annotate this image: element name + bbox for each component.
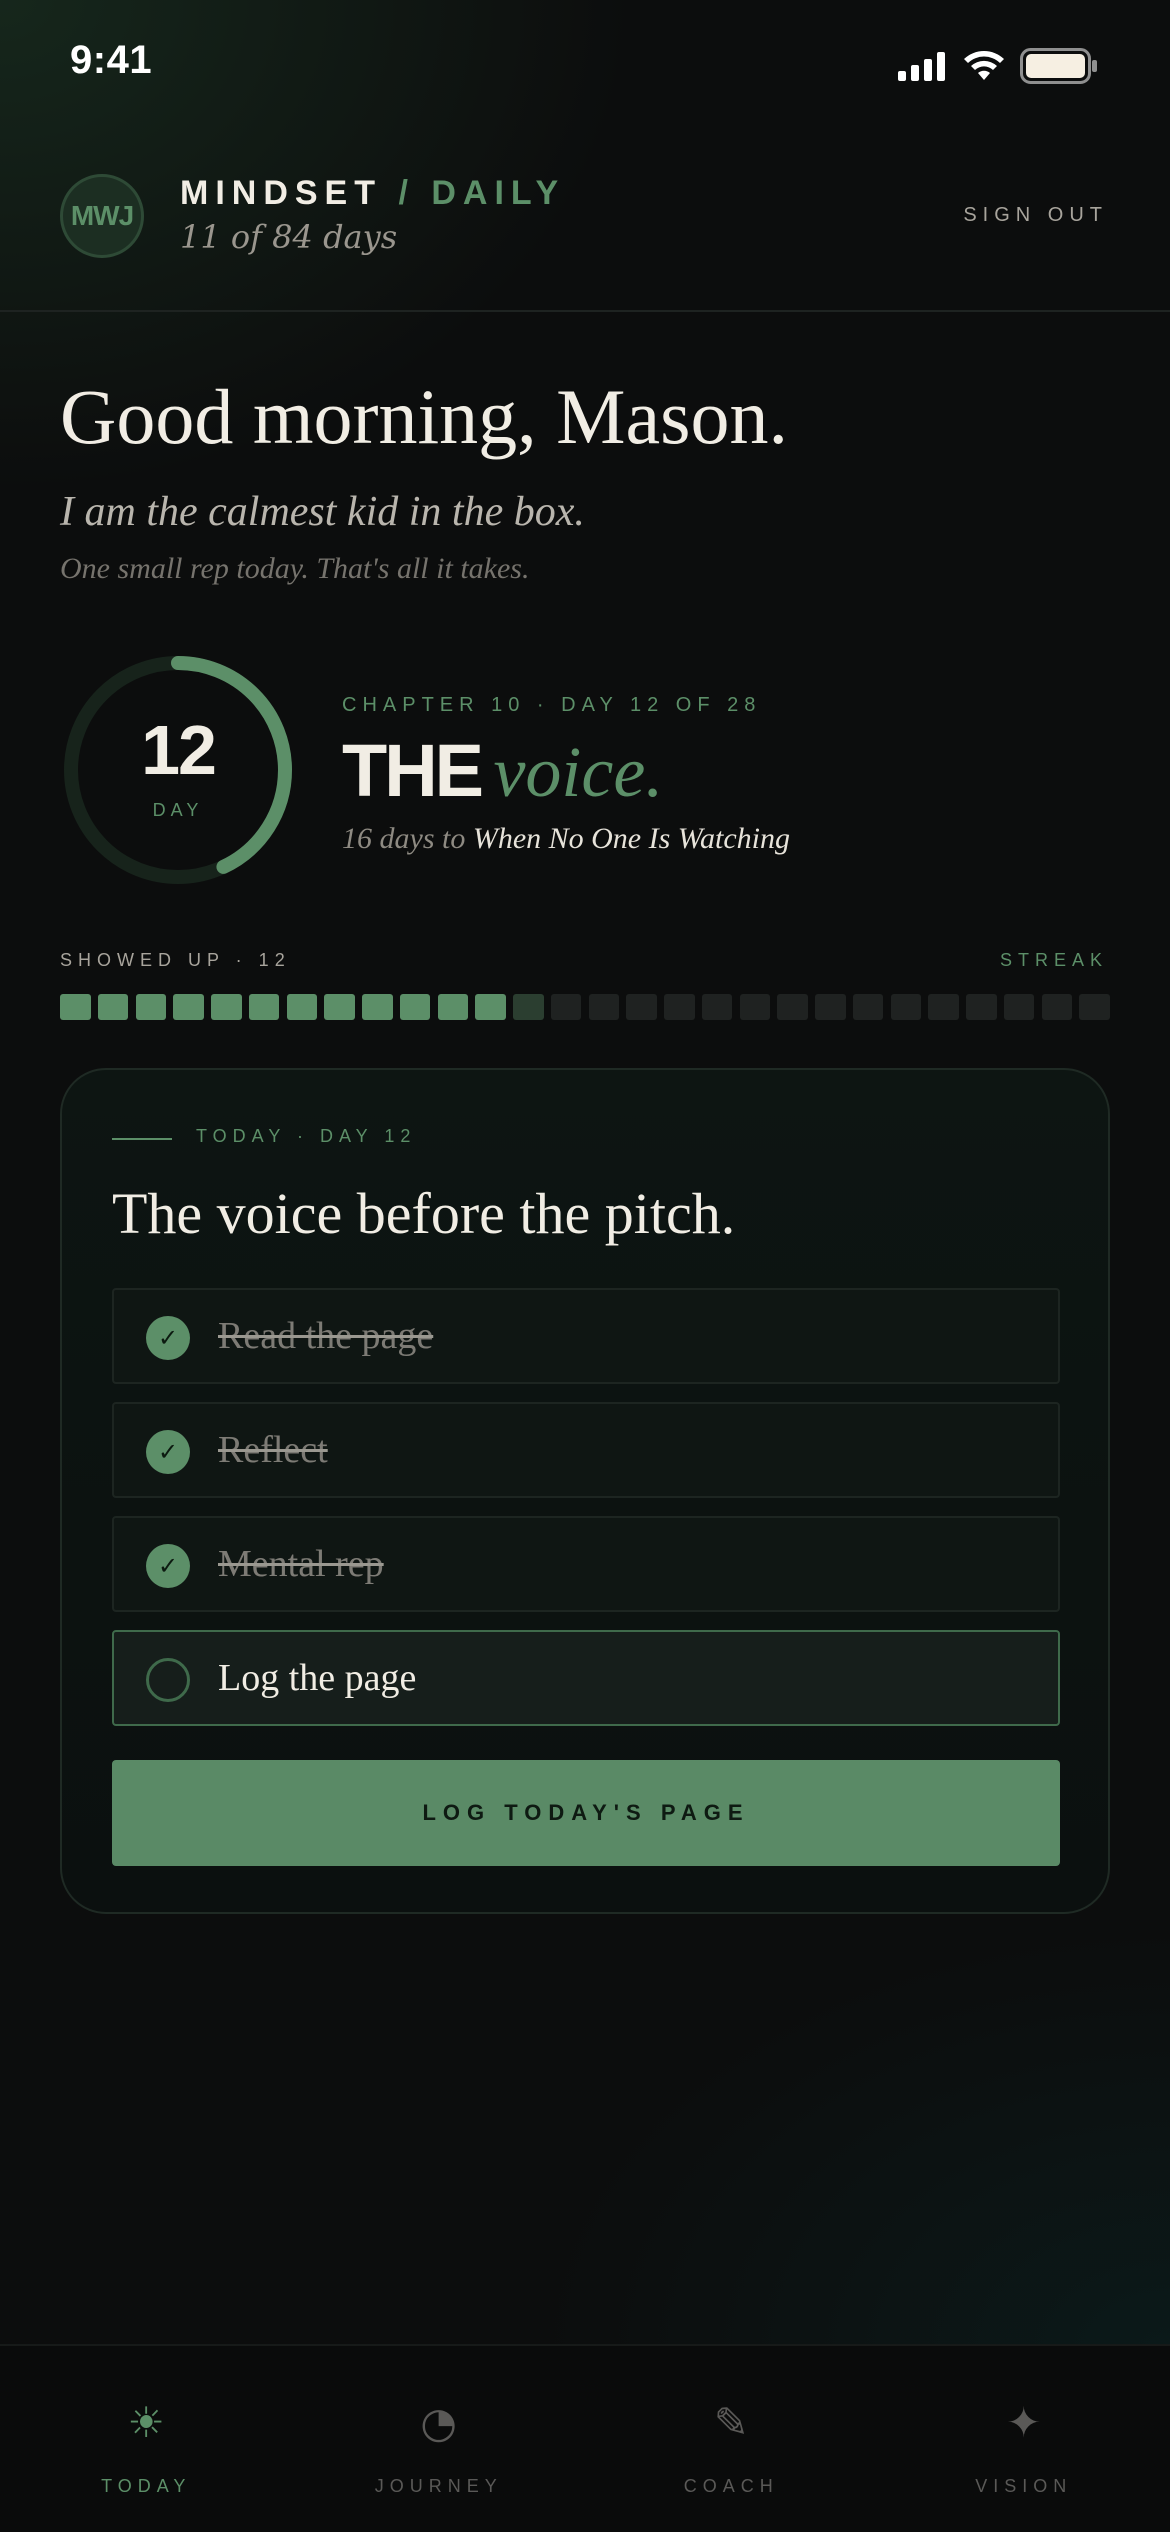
app-header: MWJ MINDSET / DAILY 11 of 84 days SIGN O… — [0, 160, 1170, 312]
streak-cell-empty — [852, 994, 884, 1020]
nav-label: TODAY — [101, 2476, 192, 2496]
nav-label: VISION — [975, 2476, 1073, 2496]
streak-cell-done — [324, 994, 355, 1020]
streak-cell-empty — [777, 994, 808, 1020]
task-label: Mental rep — [218, 1543, 384, 1585]
brand-wordmark: MINDSET / DAILY — [180, 174, 565, 213]
battery-icon — [1020, 48, 1097, 84]
avatar[interactable]: MWJ — [60, 174, 144, 258]
nav-item-coach[interactable]: ✎ COACH — [585, 2346, 878, 2532]
signal-icon — [898, 52, 945, 81]
check-icon: ✓ — [146, 1316, 190, 1360]
streak-cell-empty — [966, 994, 997, 1020]
streak-cell-empty — [890, 994, 922, 1020]
streak-cell-empty — [739, 994, 771, 1020]
status-time: 9:41 — [70, 38, 153, 82]
pie-icon: ◔ — [420, 2398, 458, 2447]
streak-cell-empty — [550, 994, 582, 1020]
streak-cell-empty — [1041, 994, 1073, 1020]
streak-cell-empty — [588, 994, 620, 1020]
next-chapter-countdown: 16 days to When No One Is Watching — [342, 822, 790, 856]
streak-bar — [60, 994, 1110, 1020]
streak-cell-done — [173, 994, 204, 1020]
day-progress-ring: 12 DAY — [58, 650, 298, 890]
streak-cell-empty — [701, 994, 733, 1020]
streak-cell-empty — [1003, 994, 1035, 1020]
streak-cell-empty — [1079, 994, 1110, 1020]
sun-icon: ☀ — [127, 2398, 166, 2447]
greeting-title: Good morning, Mason. — [60, 373, 788, 460]
streak-cell-done — [475, 994, 506, 1020]
streak-label: SHOWED UP · 12 — [60, 950, 291, 970]
streak-cell-empty — [664, 994, 695, 1020]
wifi-icon — [964, 51, 1004, 80]
nav-label: JOURNEY — [374, 2476, 503, 2496]
brand-primary: MINDSET — [180, 174, 382, 212]
card-title: The voice before the pitch. — [112, 1181, 736, 1246]
nav-item-today[interactable]: ☀ TODAY — [0, 2346, 293, 2532]
streak-cell-done — [248, 994, 280, 1020]
chapter-title-caps: THE — [342, 729, 484, 812]
task-item-mental-rep[interactable]: ✓ Mental rep — [112, 1516, 1060, 1612]
task-item-reflect[interactable]: ✓ Reflect — [112, 1402, 1060, 1498]
check-icon: ✓ — [146, 1430, 190, 1474]
nav-item-journey[interactable]: ◔ JOURNEY — [293, 2346, 586, 2532]
sparkle-icon: ✦ — [1006, 2398, 1042, 2447]
day-number: 12 — [141, 711, 217, 789]
streak-cell-done — [60, 994, 91, 1020]
bottom-nav: ☀ TODAY ◔ JOURNEY ✎ COACH ✦ VISION — [0, 2344, 1170, 2532]
brand-separator: / — [398, 174, 415, 212]
streak-cell-done — [286, 994, 318, 1020]
task-item-read[interactable]: ✓ Read the page — [112, 1288, 1060, 1384]
sign-out-button[interactable]: SIGN OUT — [963, 204, 1108, 227]
streak-cell-done — [135, 994, 167, 1020]
next-chapter-prefix: 16 days to — [342, 822, 466, 855]
streak-cell-today — [513, 994, 544, 1020]
pencil-icon: ✎ — [713, 2398, 749, 2447]
streak-cell-done — [211, 994, 242, 1020]
status-bar: 9:41 — [0, 0, 1170, 130]
today-card: TODAY · DAY 12 The voice before the pitc… — [60, 1068, 1110, 1914]
streak-cell-empty — [928, 994, 959, 1020]
check-icon: ✓ — [146, 1544, 190, 1588]
task-item-log[interactable]: Log the page — [112, 1630, 1060, 1726]
streak-cell-done — [399, 994, 431, 1020]
streak-cell-empty — [626, 994, 657, 1020]
task-label: Log the page — [218, 1657, 417, 1699]
streak-cell-empty — [815, 994, 846, 1020]
program-progress: 11 of 84 days — [180, 218, 398, 256]
streak-title: STREAK — [999, 950, 1108, 970]
card-kicker: TODAY · DAY 12 — [196, 1126, 417, 1146]
day-label: DAY — [152, 800, 204, 820]
chapter-title: THE voice. — [342, 728, 663, 814]
status-icons — [898, 46, 1098, 86]
nav-item-vision[interactable]: ✦ VISION — [878, 2346, 1170, 2532]
card-rule — [112, 1138, 172, 1140]
app-screen: 9:41 MWJ MINDSET / DAILY 11 of 84 days S… — [0, 0, 1170, 2532]
chapter-title-italic: voice. — [493, 732, 664, 812]
log-page-button[interactable]: LOG TODAY'S PAGE — [112, 1760, 1060, 1866]
streak-cell-done — [362, 994, 393, 1020]
streak-cell-done — [437, 994, 469, 1020]
streak-cell-done — [97, 994, 129, 1020]
brand-accent: DAILY — [431, 174, 566, 212]
task-label: Read the page — [218, 1315, 434, 1357]
affirmation: I am the calmest kid in the box. — [60, 489, 585, 535]
tagline: One small rep today. That's all it takes… — [60, 552, 530, 585]
task-label: Reflect — [218, 1429, 328, 1471]
empty-circle-icon — [146, 1658, 190, 1702]
next-chapter-title: When No One Is Watching — [472, 822, 791, 855]
nav-label: COACH — [683, 2476, 779, 2496]
chapter-meta: CHAPTER 10 · DAY 12 OF 28 — [342, 694, 762, 716]
